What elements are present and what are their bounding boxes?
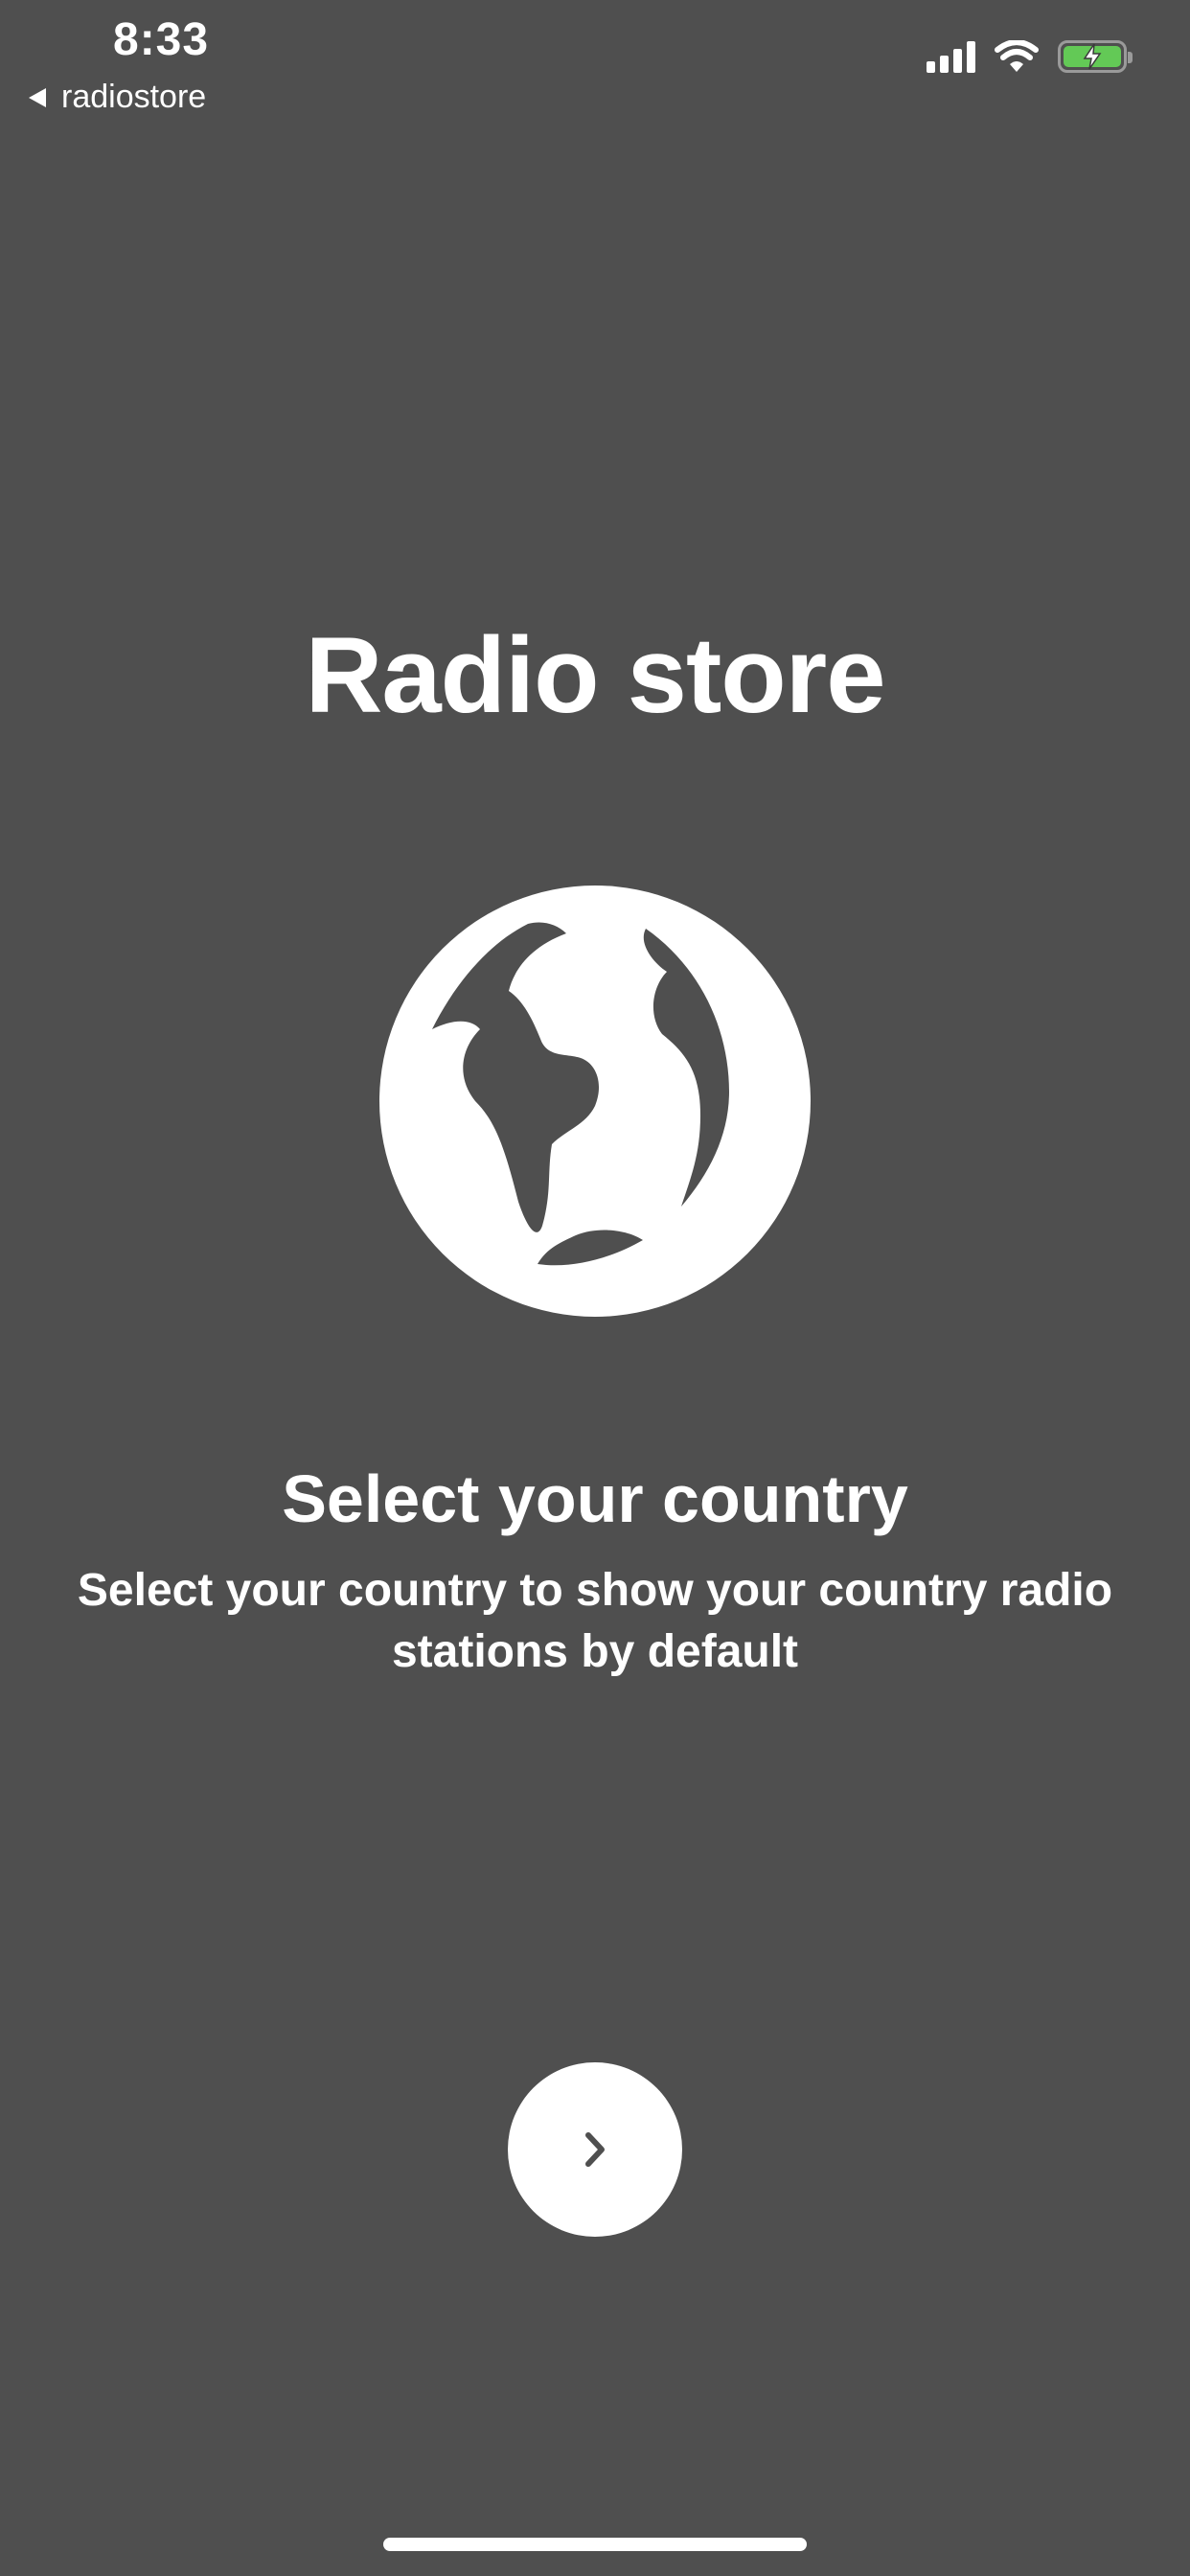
battery-charging-icon	[1058, 40, 1133, 73]
next-button[interactable]	[508, 2062, 682, 2237]
section-description: Select your country to show your country…	[77, 1565, 1113, 1677]
back-app-label: radiostore	[61, 79, 207, 115]
section-heading: Select your country	[282, 1461, 908, 1536]
back-to-app-button[interactable]: radiostore	[29, 79, 206, 116]
cellular-signal-icon	[927, 40, 975, 73]
status-time: 8:33	[113, 14, 210, 65]
status-icons	[927, 40, 1133, 73]
home-indicator[interactable]	[383, 2538, 807, 2551]
status-bar: 8:33 radiostore	[0, 0, 1190, 125]
app-title: Radio store	[305, 615, 885, 735]
wifi-icon	[995, 40, 1039, 72]
globe-icon	[379, 886, 811, 1317]
back-triangle-icon	[29, 87, 46, 107]
chevron-right-icon	[585, 2132, 605, 2167]
